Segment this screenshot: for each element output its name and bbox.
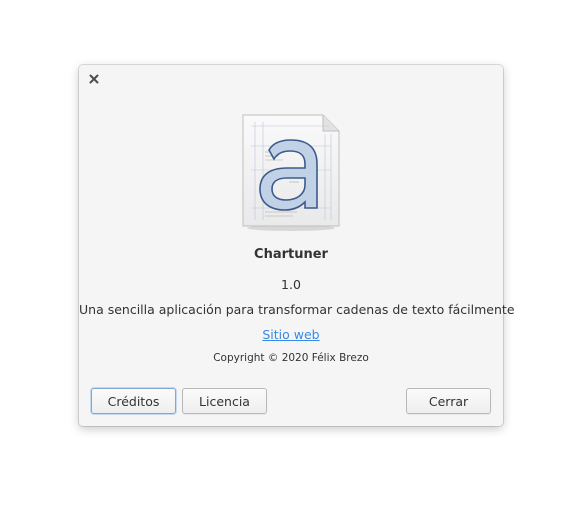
website-link[interactable]: Sitio web (262, 327, 319, 342)
app-description: Una sencilla aplicación para transformar… (79, 302, 515, 317)
app-version: 1.0 (281, 277, 301, 292)
website-link-row: Sitio web (79, 327, 503, 342)
close-button[interactable]: Cerrar (406, 388, 491, 414)
license-button[interactable]: Licencia (182, 388, 267, 414)
app-icon (239, 112, 343, 232)
about-dialog: Chartuner 1.0 Una sencilla aplicación pa… (79, 65, 515, 426)
credits-button[interactable]: Créditos (91, 388, 176, 414)
close-icon[interactable] (86, 71, 102, 87)
copyright-text: Copyright © 2020 Félix Brezo (213, 352, 369, 364)
app-name: Chartuner (254, 247, 328, 262)
